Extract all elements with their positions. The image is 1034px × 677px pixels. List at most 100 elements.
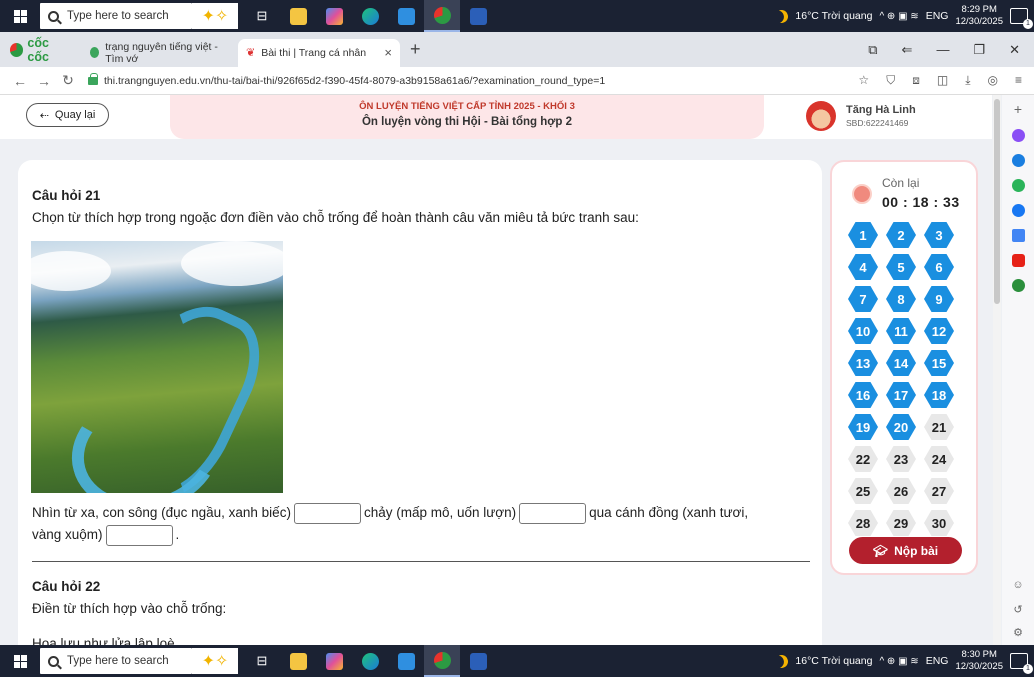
user-info[interactable]: Tăng Hà Linh SBD:622241469 bbox=[806, 101, 916, 131]
question-nav-button[interactable]: 2 bbox=[886, 222, 916, 248]
question-nav-button[interactable]: 10 bbox=[848, 318, 878, 344]
close-window-button[interactable]: ✕ bbox=[1009, 42, 1020, 58]
word-button[interactable] bbox=[460, 0, 496, 32]
start-button[interactable] bbox=[0, 645, 40, 677]
question-nav-button[interactable]: 13 bbox=[848, 350, 878, 376]
question-nav-button[interactable]: 29 bbox=[886, 510, 916, 536]
question-nav-button[interactable]: 17 bbox=[886, 382, 916, 408]
edge-button[interactable] bbox=[352, 0, 388, 32]
back-arrow-icon[interactable]: ← bbox=[8, 73, 32, 89]
file-explorer-button[interactable] bbox=[280, 645, 316, 677]
notification-icon[interactable] bbox=[1010, 653, 1033, 674]
taskbar-clock[interactable]: 8:29 PM 12/30/2025 bbox=[955, 4, 1003, 28]
system-tray[interactable]: ^ ⊕ ▣ ≋ bbox=[879, 11, 918, 22]
question-nav-button[interactable]: 24 bbox=[924, 446, 954, 472]
back-button[interactable]: ⇠ Quay lại bbox=[26, 103, 109, 127]
question-nav-button[interactable]: 7 bbox=[848, 286, 878, 312]
forward-arrow-icon[interactable]: → bbox=[32, 73, 56, 89]
download-icon[interactable]: ⤓ bbox=[965, 73, 970, 88]
task-view-button[interactable]: ⊟ bbox=[244, 645, 280, 677]
shield-icon[interactable]: ⛉ bbox=[886, 73, 895, 88]
weather-text[interactable]: 16°C Trời quang bbox=[795, 10, 872, 22]
new-tab-button[interactable]: + bbox=[410, 39, 421, 60]
add-sidebar-icon[interactable]: + bbox=[1014, 101, 1022, 117]
game-icon[interactable] bbox=[1011, 179, 1025, 192]
coccoc-app-button[interactable] bbox=[424, 0, 460, 32]
minimize-button[interactable]: — bbox=[936, 42, 949, 57]
answer-blank-3[interactable] bbox=[105, 524, 173, 546]
facebook-icon[interactable] bbox=[1011, 204, 1025, 217]
taskbar-search[interactable]: Type here to search bbox=[40, 648, 192, 674]
submit-button[interactable]: 🎓︎ Nộp bài bbox=[849, 537, 962, 564]
language-indicator[interactable]: ENG bbox=[926, 655, 949, 667]
question-nav-button[interactable]: 28 bbox=[848, 510, 878, 536]
answer-blank-1[interactable] bbox=[293, 502, 361, 524]
messenger-icon[interactable] bbox=[1011, 129, 1025, 142]
extensions-icon[interactable]: ⧈ bbox=[912, 73, 920, 88]
question-nav-button[interactable]: 8 bbox=[886, 286, 916, 312]
question-nav-button[interactable]: 19 bbox=[848, 414, 878, 440]
notification-icon[interactable] bbox=[1010, 8, 1033, 29]
settings-gear-icon[interactable]: ⚙ bbox=[1013, 626, 1023, 639]
question-nav-button[interactable]: 6 bbox=[924, 254, 954, 280]
question-nav-button[interactable]: 14 bbox=[886, 350, 916, 376]
question-nav-button[interactable]: 5 bbox=[886, 254, 916, 280]
weather-text[interactable]: 16°C Trời quang bbox=[795, 655, 872, 667]
question-nav-button[interactable]: 15 bbox=[924, 350, 954, 376]
question-nav-button[interactable]: 22 bbox=[848, 446, 878, 472]
avatar-sidebar-icon[interactable]: ☺ bbox=[1012, 579, 1023, 591]
browser-brand[interactable]: cốc cốc bbox=[0, 36, 82, 64]
url-field[interactable]: thi.trangnguyen.edu.vn/thu-tai/bai-thi/9… bbox=[88, 70, 828, 92]
question-nav-button[interactable]: 11 bbox=[886, 318, 916, 344]
youtube-icon[interactable] bbox=[1011, 254, 1025, 267]
question-nav-button[interactable]: 20 bbox=[886, 414, 916, 440]
question-nav-button[interactable]: 16 bbox=[848, 382, 878, 408]
question-nav-button[interactable]: 1 bbox=[848, 222, 878, 248]
question-nav-button[interactable]: 3 bbox=[924, 222, 954, 248]
copilot-sparkle-icon[interactable]: ✦✧ bbox=[192, 648, 238, 674]
question-nav-button[interactable]: 12 bbox=[924, 318, 954, 344]
taskbar-clock[interactable]: 8:30 PM 12/30/2025 bbox=[955, 649, 1003, 673]
copilot-sparkle-icon[interactable]: ✦✧ bbox=[192, 3, 238, 29]
maximize-button[interactable]: ❐ bbox=[973, 42, 985, 58]
reload-icon[interactable]: ↻ bbox=[56, 72, 80, 89]
file-explorer-button[interactable] bbox=[280, 0, 316, 32]
language-indicator[interactable]: ENG bbox=[926, 10, 949, 22]
sidebar-toggle-icon[interactable]: ⇐ bbox=[902, 42, 913, 58]
answer-blank-2[interactable] bbox=[519, 502, 587, 524]
bookmark-star-icon[interactable]: ☆ bbox=[858, 73, 869, 88]
edge-button[interactable] bbox=[352, 645, 388, 677]
question-nav-button[interactable]: 18 bbox=[924, 382, 954, 408]
translate-icon[interactable] bbox=[1011, 229, 1025, 242]
profile-icon[interactable]: ◎ bbox=[988, 73, 998, 88]
question-nav-button[interactable]: 26 bbox=[886, 478, 916, 504]
feedly-icon[interactable] bbox=[1011, 279, 1025, 292]
tab-exam[interactable]: ❦ Bài thi | Trang cá nhân × bbox=[238, 38, 400, 67]
taskbar-search[interactable]: Type here to search bbox=[40, 3, 192, 29]
word-button[interactable] bbox=[460, 645, 496, 677]
copilot-app-button[interactable] bbox=[316, 645, 352, 677]
history-icon[interactable]: ↺ bbox=[1013, 603, 1022, 616]
task-view-button[interactable]: ⊟ bbox=[244, 0, 280, 32]
coccoc-app-button[interactable] bbox=[424, 645, 460, 677]
question-nav-button[interactable]: 27 bbox=[924, 478, 954, 504]
tab-search[interactable]: trạng nguyên tiếng việt - Tìm vớ bbox=[82, 39, 238, 67]
copilot-app-button[interactable] bbox=[316, 0, 352, 32]
start-button[interactable] bbox=[0, 0, 40, 32]
menu-icon[interactable]: ≡ bbox=[1015, 73, 1022, 88]
store-button[interactable] bbox=[388, 645, 424, 677]
question-nav-button[interactable]: 9 bbox=[924, 286, 954, 312]
split-view-icon[interactable]: ◫ bbox=[937, 73, 948, 88]
question-nav-button[interactable]: 23 bbox=[886, 446, 916, 472]
page-scrollbar[interactable] bbox=[993, 95, 1001, 645]
question-nav-button[interactable]: 21 bbox=[924, 414, 954, 440]
screenshot-icon[interactable]: ⧉ bbox=[868, 42, 877, 58]
scrollbar-thumb[interactable] bbox=[994, 99, 1000, 304]
question-nav-button[interactable]: 30 bbox=[924, 510, 954, 536]
question-nav-button[interactable]: 4 bbox=[848, 254, 878, 280]
close-tab-icon[interactable]: × bbox=[384, 45, 392, 60]
question-nav-button[interactable]: 25 bbox=[848, 478, 878, 504]
zalo-icon[interactable] bbox=[1011, 154, 1025, 167]
store-button[interactable] bbox=[388, 0, 424, 32]
system-tray[interactable]: ^ ⊕ ▣ ≋ bbox=[879, 656, 918, 667]
